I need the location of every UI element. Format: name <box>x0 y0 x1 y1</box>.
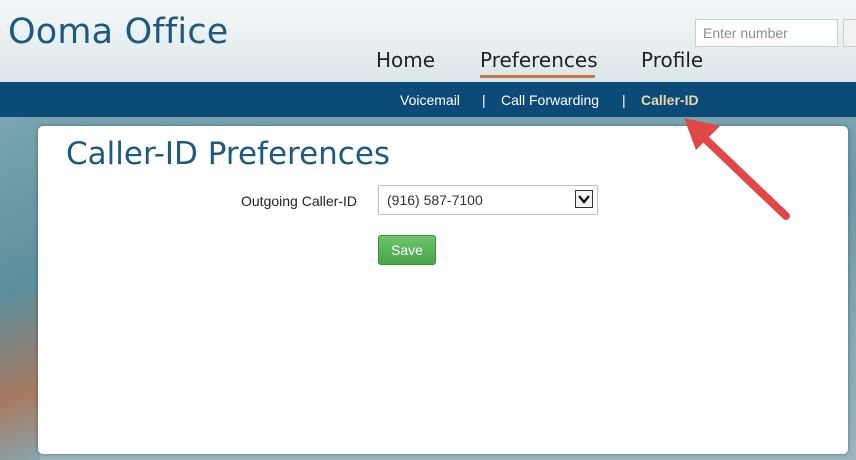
active-nav-underline <box>480 75 595 78</box>
outgoing-caller-id-label: Outgoing Caller-ID <box>241 193 357 209</box>
subnav-separator: | <box>622 92 626 108</box>
chevron-down-icon[interactable] <box>575 190 593 208</box>
nav-preferences[interactable]: Preferences <box>480 48 598 72</box>
search-button[interactable] <box>843 19 856 47</box>
page-title: Caller-ID Preferences <box>66 136 391 172</box>
subnav-voicemail[interactable]: Voicemail <box>400 92 460 108</box>
subnav-separator: | <box>482 92 486 108</box>
subnav-caller-id[interactable]: Caller-ID <box>641 92 699 108</box>
nav-home[interactable]: Home <box>376 48 435 72</box>
search-input[interactable] <box>695 19 838 47</box>
nav-profile[interactable]: Profile <box>641 48 703 72</box>
sub-nav: Voicemail | Call Forwarding | Caller-ID <box>0 82 856 117</box>
background-decoration <box>0 117 40 460</box>
outgoing-caller-id-select[interactable]: (916) 587-7100 <box>378 185 598 215</box>
subnav-call-forwarding[interactable]: Call Forwarding <box>501 92 599 108</box>
outgoing-caller-id-value: (916) 587-7100 <box>387 192 483 208</box>
preferences-card: Caller-ID Preferences Outgoing Caller-ID… <box>38 126 848 454</box>
save-button[interactable]: Save <box>378 235 436 265</box>
header: Ooma Office Home Preferences Profile <box>0 0 856 82</box>
app-logo[interactable]: Ooma Office <box>8 12 229 52</box>
main-nav: Home Preferences Profile <box>0 48 856 82</box>
